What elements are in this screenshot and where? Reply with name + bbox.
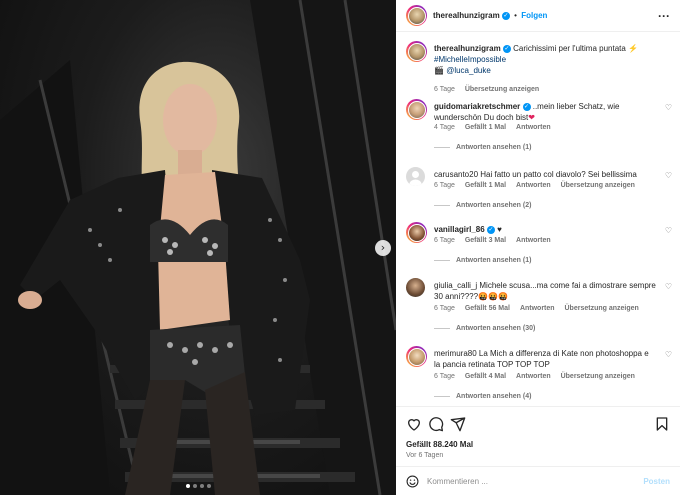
comment-text: guidomariakretschmer ✓ ..mein lieber Sch… [434,101,656,123]
post-date: Vor 6 Tagen [406,452,444,459]
comment-username[interactable]: vanillagirl_86 [434,225,485,234]
reply-button[interactable]: Antworten [520,305,555,312]
carousel-next-button[interactable]: › [375,240,391,256]
comment-bubble-icon[interactable] [428,416,444,432]
comment-text: merimura80 La Mich a differenza di Kate … [434,348,656,370]
paper-plane-icon[interactable] [450,416,466,432]
translate-link[interactable]: Übersetzung anzeigen [465,86,539,93]
caption-meta: 6 Tage Übersetzung anzeigen [434,86,547,93]
comment-composer: Posten [396,466,680,495]
comment-likes[interactable]: Gefällt 56 Mal [465,305,510,312]
comment-age: 6 Tage [434,182,455,189]
post-header: therealhunzigram ✓ • Folgen ··· [396,0,680,32]
comments-list[interactable]: therealhunzigram ✓ Carichissimi per l'ul… [396,33,680,405]
carousel-dot [207,484,211,488]
reply-button[interactable]: Antworten [516,182,551,189]
comment-meta: 6 Tage Gefällt 3 Mal Antworten [434,237,559,244]
post-photo-illustration [0,0,396,495]
caption-username[interactable]: therealhunzigram [434,44,501,53]
post-photo[interactable]: › [0,0,396,495]
comment-meta: 4 Tage Gefällt 1 Mal Antworten [434,124,559,131]
heart-emoji: ❤ [528,113,535,122]
comment-like-icon[interactable]: ♡ [665,171,672,180]
comment-text: carusanto20 Hai fatto un patto col diavo… [434,169,656,180]
mention-link[interactable]: @luca_duke [446,66,491,75]
caption-avatar[interactable] [406,41,427,62]
caption-text: therealhunzigram ✓ Carichissimi per l'ul… [434,43,656,76]
post-actions: Gefällt 88.240 Mal Vor 6 Tagen [396,406,680,466]
caption-age: 6 Tage [434,86,455,93]
verified-badge-icon: ✓ [501,11,510,20]
comment-age: 4 Tage [434,124,455,131]
comment-avatar[interactable] [406,346,427,367]
verified-badge-icon: ✓ [522,102,531,111]
hashtag-link[interactable]: #MichelleImpossible [434,55,506,64]
comment-avatar[interactable] [406,167,425,186]
author-username[interactable]: therealhunzigram [433,11,500,20]
more-options-icon[interactable]: ··· [658,9,670,23]
verified-badge-icon: ✓ [486,225,495,234]
comment-likes[interactable]: Gefällt 1 Mal [465,124,506,131]
carousel-indicator [186,484,211,488]
view-replies-button[interactable]: Antworten ansehen (4) [434,393,531,400]
comment-username[interactable]: guidomariakretschmer [434,102,520,111]
post-comment-button[interactable]: Posten [643,477,670,486]
comment-avatar[interactable] [406,278,425,297]
comment-like-icon[interactable]: ♡ [665,103,672,112]
comment-input[interactable] [427,474,627,489]
comment-body: Hai fatto un patto col diavolo? Sei bell… [480,170,637,179]
comment-text: vanillagirl_86 ✓ ♥ [434,224,656,235]
author-avatar[interactable] [406,5,427,26]
clapper-emoji: 🎬 [434,66,444,75]
view-replies-button[interactable]: Antworten ansehen (1) [434,144,531,151]
reply-button[interactable]: Antworten [516,237,551,244]
comment-username[interactable]: giulia_calli_j [434,281,477,290]
translate-link[interactable]: Übersetzung anzeigen [565,305,639,312]
translate-link[interactable]: Übersetzung anzeigen [561,373,635,380]
reply-button[interactable]: Antworten [516,124,551,131]
follow-button[interactable]: Folgen [521,11,547,20]
carousel-dot [193,484,197,488]
post-sidebar: therealhunzigram ✓ • Folgen ··· therealh… [396,0,680,495]
comment-meta: 6 Tage Gefällt 4 Mal Antworten Übersetzu… [434,373,643,380]
view-replies-button[interactable]: Antworten ansehen (1) [434,257,531,264]
comment-age: 6 Tage [434,237,455,244]
view-replies-button[interactable]: Antworten ansehen (2) [434,202,531,209]
heart-outline-icon[interactable] [406,416,422,432]
comment-meta: 6 Tage Gefällt 1 Mal Antworten Übersetzu… [434,182,643,189]
comment-body: ♥ [497,225,502,234]
smiley-icon[interactable] [406,475,419,488]
view-replies-button[interactable]: Antworten ansehen (30) [434,325,535,332]
comment-avatar[interactable] [406,99,427,120]
header-separator: • [514,11,517,20]
comment-like-icon[interactable]: ♡ [665,350,672,359]
comment-username[interactable]: carusanto20 [434,170,478,179]
comment-meta: 6 Tage Gefällt 56 Mal Antworten Übersetz… [434,305,647,312]
comment-likes[interactable]: Gefällt 4 Mal [465,373,506,380]
comment-like-icon[interactable]: ♡ [665,282,672,291]
comment-age: 6 Tage [434,373,455,380]
caption-body: Carichissimi per l'ultima puntata ⚡ [513,44,639,53]
comment-text: giulia_calli_j Michele scusa...ma come f… [434,280,656,302]
comment-like-icon[interactable]: ♡ [665,226,672,235]
verified-badge-icon: ✓ [502,44,511,53]
bookmark-icon[interactable] [654,416,670,432]
comment-avatar[interactable] [406,222,427,243]
comment-age: 6 Tage [434,305,455,312]
translate-link[interactable]: Übersetzung anzeigen [561,182,635,189]
comment-username[interactable]: merimura80 [434,349,477,358]
comment-likes[interactable]: Gefällt 3 Mal [465,237,506,244]
carousel-dot [200,484,204,488]
like-count[interactable]: Gefällt 88.240 Mal [406,440,473,449]
reply-button[interactable]: Antworten [516,373,551,380]
carousel-dot [186,484,190,488]
comment-likes[interactable]: Gefällt 1 Mal [465,182,506,189]
